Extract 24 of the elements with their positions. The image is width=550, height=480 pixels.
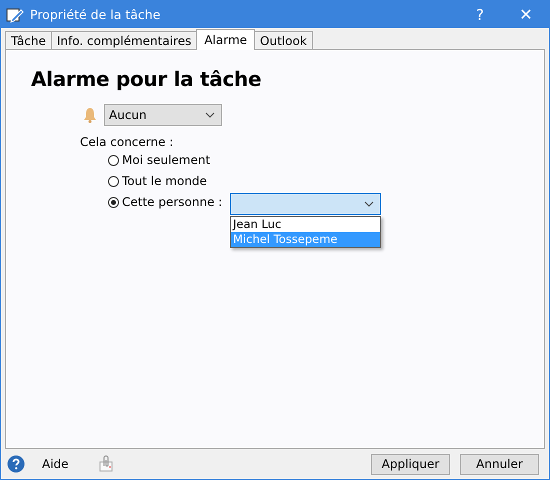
chevron-down-icon xyxy=(205,112,215,118)
person-dropdown[interactable] xyxy=(230,193,381,215)
radio-button[interactable]: Tout le monde xyxy=(108,174,230,188)
dropdown-option[interactable]: Jean Luc xyxy=(231,217,380,232)
help-link[interactable]: Aide xyxy=(42,457,69,471)
bell-icon xyxy=(83,107,97,123)
chevron-down-icon xyxy=(364,201,374,207)
paperclip-icon[interactable] xyxy=(96,455,115,473)
dialog-button[interactable]: Appliquer xyxy=(371,454,450,474)
close-button[interactable]: ✕ xyxy=(503,1,549,28)
tab[interactable]: Alarme xyxy=(196,29,256,50)
field-label: Cela concerne : xyxy=(80,135,174,149)
section-heading: Alarme pour la tâche xyxy=(31,67,262,91)
tab[interactable]: Outlook xyxy=(254,31,313,49)
window-title: Propriété de la tâche xyxy=(30,7,162,22)
tab[interactable]: Tâche xyxy=(5,31,52,49)
radio-button[interactable]: Moi seulement xyxy=(108,153,230,167)
alarm-select[interactable]: Aucun xyxy=(104,104,222,126)
radio-button[interactable]: Cette personne : xyxy=(108,195,230,209)
tab[interactable]: Info. complémentaires xyxy=(50,31,198,49)
note-pencil-icon xyxy=(6,6,24,22)
help-icon[interactable] xyxy=(7,455,25,473)
dialog-button[interactable]: Annuler xyxy=(460,454,539,474)
help-button[interactable]: ? xyxy=(457,1,503,28)
